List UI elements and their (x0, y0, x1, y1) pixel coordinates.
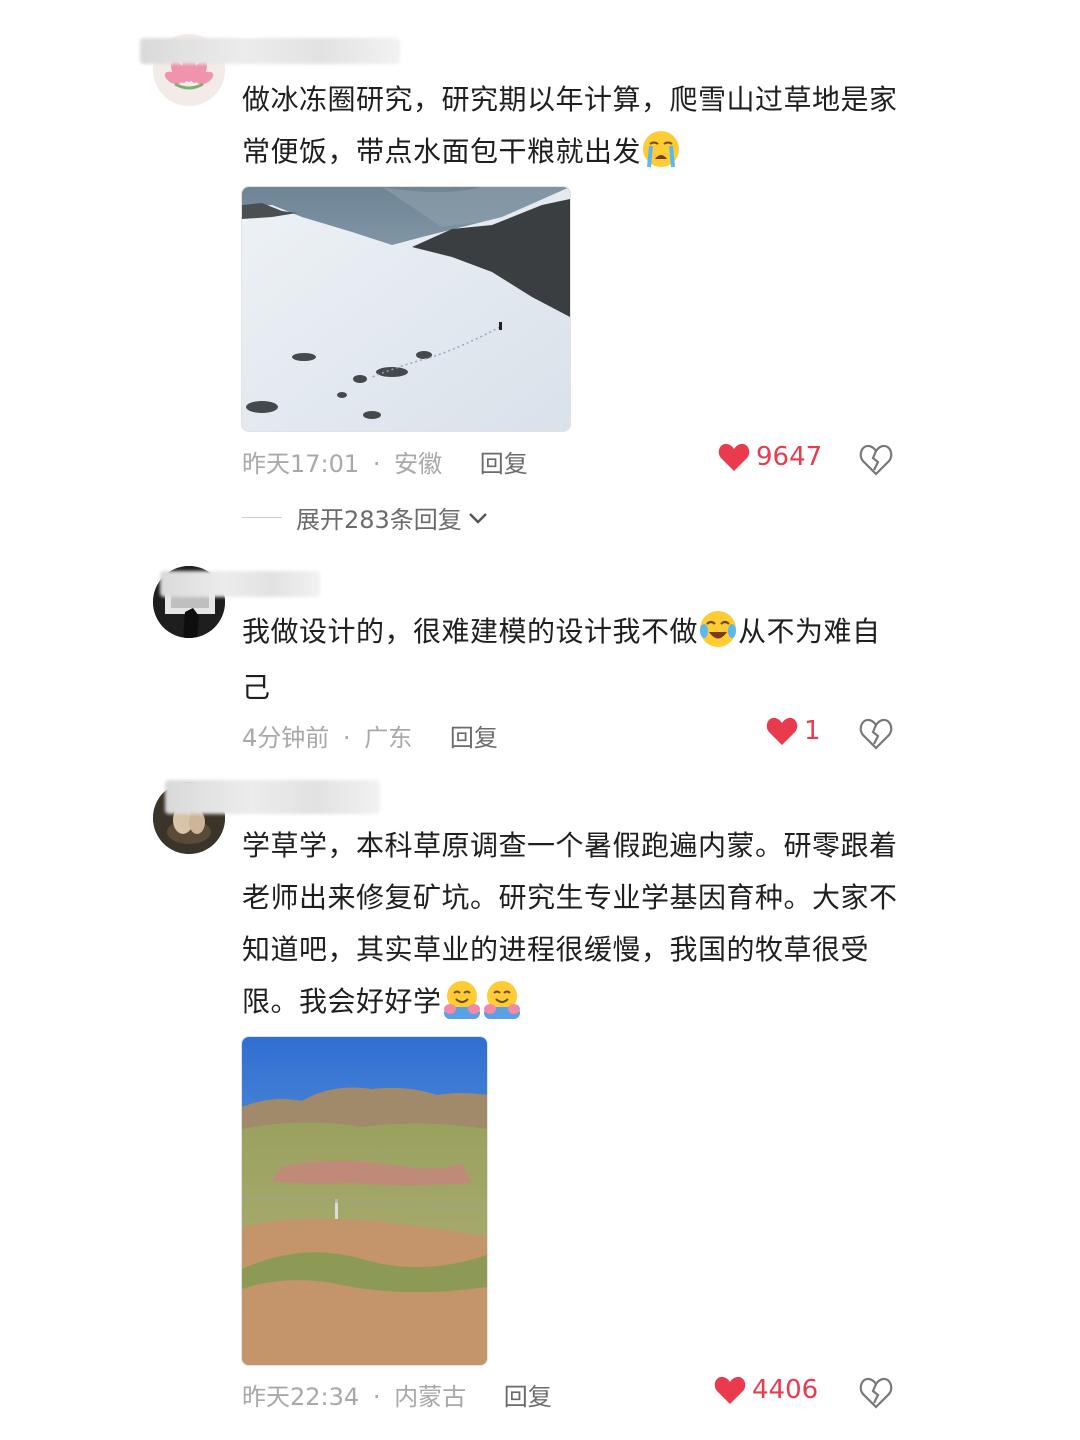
comment-meta: 昨天17:01 · 安徽 回复 (242, 444, 528, 479)
heart-icon (718, 443, 750, 471)
reply-button[interactable]: 回复 (480, 450, 528, 478)
comment-text-body: 学草学，本科草原调查一个暑假跑遍内蒙。研零跟着老师出来修复矿坑。研究生专业学基因… (242, 829, 898, 1018)
meta-separator: · (342, 724, 351, 752)
snow-mountain-photo[interactable] (241, 186, 571, 432)
username-blurred[interactable] (165, 780, 380, 814)
comment-location: 广东 (364, 724, 413, 752)
like-count: 9647 (756, 442, 823, 472)
comment-text: 学草学，本科草原调查一个暑假跑遍内蒙。研零跟着老师出来修复矿坑。研究生专业学基因… (242, 820, 902, 1028)
username-blurred[interactable] (140, 38, 400, 64)
loudly-crying-face-icon (643, 131, 680, 168)
comment-text: 做冰冻圈研究，研究期以年计算，爬雪山过草地是家常便饭，带点水面包干粮就出发 (242, 74, 902, 178)
heart-icon (714, 1376, 746, 1404)
comment-meta: 昨天22:34 · 内蒙古 回复 (242, 1377, 552, 1412)
reply-button[interactable]: 回复 (504, 1383, 552, 1411)
meta-separator: · (372, 1383, 381, 1411)
reply-button[interactable]: 回复 (450, 724, 498, 752)
comment-text: 我做设计的，很难建模的设计我不做 从不为难自己 (242, 604, 902, 716)
comment-location: 安徽 (394, 450, 443, 478)
comment-time: 昨天17:01 (242, 450, 360, 478)
username-blurred[interactable] (160, 571, 320, 597)
comment-time: 4分钟前 (242, 724, 330, 752)
like-button[interactable]: 1 (766, 716, 821, 746)
divider-line (242, 517, 282, 518)
comment-text-body: 我做设计的，很难建模的设计我不做 (242, 615, 699, 648)
grassland-photo[interactable] (241, 1036, 488, 1366)
comment-time: 昨天22:34 (242, 1383, 360, 1411)
chevron-down-icon (468, 512, 487, 524)
expand-replies-label: 展开283条回复 (296, 506, 462, 534)
crying-laughing-face-icon (700, 611, 737, 647)
hugging-face-icon (483, 981, 520, 1019)
comment-meta: 4分钟前 · 广东 回复 (242, 718, 498, 753)
broken-heart-icon[interactable] (858, 441, 894, 477)
broken-heart-icon[interactable] (858, 1374, 894, 1410)
like-count: 4406 (752, 1375, 819, 1405)
like-button[interactable]: 4406 (714, 1375, 818, 1405)
expand-replies[interactable]: 展开283条回复 (242, 500, 488, 535)
heart-icon (766, 717, 798, 745)
broken-heart-icon[interactable] (858, 715, 894, 751)
comment-text-body: 做冰冻圈研究，研究期以年计算，爬雪山过草地是家常便饭，带点水面包干粮就出发 (242, 83, 898, 168)
meta-separator: · (372, 450, 381, 478)
hugging-face-icon (443, 981, 480, 1019)
like-count: 1 (804, 716, 821, 746)
like-button[interactable]: 9647 (718, 442, 822, 472)
comment-location: 内蒙古 (394, 1383, 467, 1411)
